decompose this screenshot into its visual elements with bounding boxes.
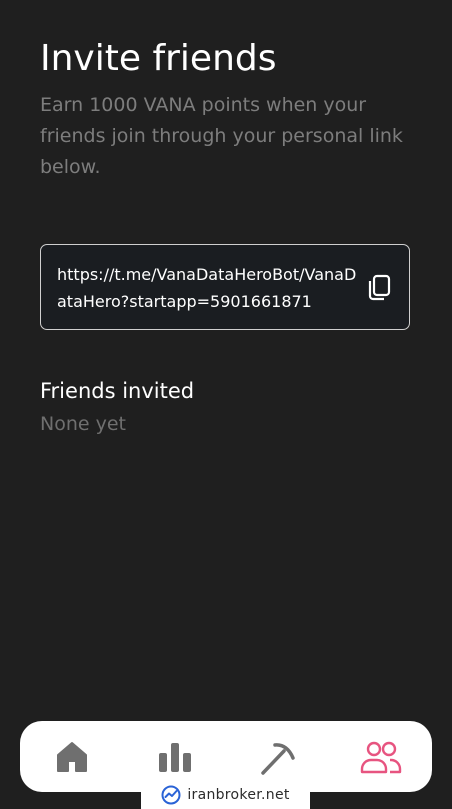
nav-home[interactable] (20, 721, 123, 792)
copy-icon (368, 274, 391, 301)
page-title: Invite friends (40, 38, 277, 79)
nav-friends[interactable] (329, 721, 432, 792)
trend-logo-icon (161, 785, 181, 804)
copy-link-button[interactable] (365, 273, 393, 303)
pickaxe-icon (260, 742, 295, 775)
friends-invited-heading: Friends invited (40, 379, 195, 403)
referral-link-box: https://t.me/VanaDataHeroBot/VanaDataHer… (40, 244, 410, 330)
bar-chart-icon (158, 742, 191, 772)
referral-link-text[interactable]: https://t.me/VanaDataHeroBot/VanaDataHer… (57, 261, 357, 315)
friends-empty-state: None yet (40, 413, 126, 435)
home-icon (56, 741, 87, 772)
watermark-text: iranbroker.net (187, 786, 290, 803)
watermark: iranbroker.net (141, 780, 310, 809)
users-icon (360, 741, 401, 773)
page-subtitle: Earn 1000 VANA points when your friends … (40, 94, 403, 178)
